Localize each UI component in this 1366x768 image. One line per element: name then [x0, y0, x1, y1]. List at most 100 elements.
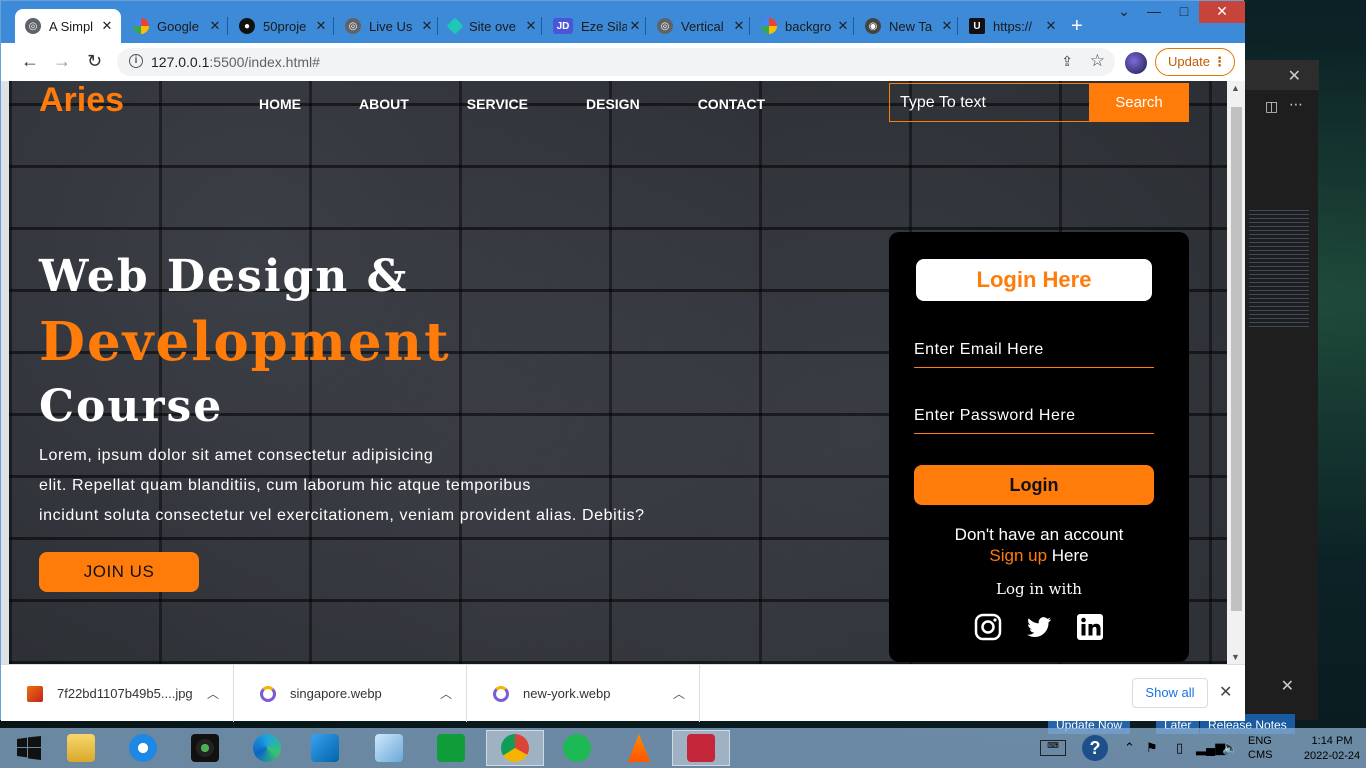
tab-label: Eze Sila — [581, 18, 627, 34]
close-icon[interactable]: ✕ — [1288, 66, 1301, 86]
nav-home[interactable]: HOME — [259, 96, 301, 112]
close-icon[interactable]: ✕ — [939, 18, 955, 34]
close-icon[interactable]: ✕ — [1043, 18, 1059, 34]
show-all-button[interactable]: Show all — [1132, 678, 1208, 708]
instagram-icon[interactable] — [974, 613, 1002, 641]
minimize-button[interactable]: — — [1139, 1, 1169, 23]
search-box: Search — [889, 83, 1189, 122]
search-input[interactable] — [889, 83, 1089, 122]
background-notification-close[interactable]: ✕ — [1254, 676, 1304, 706]
tab-https[interactable]: U https:// ✕ — [959, 9, 1065, 43]
reload-icon[interactable]: ↻ — [87, 51, 102, 72]
notepad-icon[interactable] — [360, 730, 418, 766]
update-button[interactable]: Update ⋮ — [1155, 48, 1235, 76]
close-icon[interactable]: ✕ — [99, 18, 115, 34]
file-explorer-icon[interactable] — [52, 730, 110, 766]
close-icon[interactable]: ✕ — [419, 18, 435, 34]
tab-a-simple[interactable]: ◎ A Simpl ✕ — [15, 9, 121, 43]
close-icon[interactable]: ✕ — [523, 18, 539, 34]
info-icon[interactable]: i — [129, 54, 143, 68]
battery-icon[interactable]: ▯ — [1176, 740, 1183, 756]
chevron-up-icon[interactable]: ︿ — [207, 685, 219, 702]
close-icon[interactable]: ✕ — [627, 18, 643, 34]
signal-icon[interactable]: ▂▄▆ — [1196, 740, 1225, 756]
tab-separator — [645, 17, 646, 35]
tab-site-overview[interactable]: Site ove ✕ — [439, 9, 545, 43]
site-logo[interactable]: Aries — [39, 81, 124, 120]
maximize-button[interactable]: □ — [1169, 1, 1199, 23]
search-button[interactable]: Search — [1089, 83, 1189, 122]
url-text[interactable]: 127.0.0.1:5500/index.html# — [151, 54, 320, 70]
keyboard-icon[interactable]: ⌨ — [1040, 740, 1066, 756]
nav-design[interactable]: DESIGN — [586, 96, 640, 112]
linkedin-icon[interactable] — [1076, 613, 1104, 641]
spotify-icon[interactable] — [548, 730, 606, 766]
store-icon[interactable] — [422, 730, 480, 766]
nav-service[interactable]: SERVICE — [467, 96, 528, 112]
more-icon[interactable]: ⋯ — [1289, 96, 1303, 113]
download-item[interactable]: 7f22bd1107b49b5....jpg ︿ — [1, 665, 234, 722]
email-field[interactable] — [914, 332, 1154, 368]
join-us-button[interactable]: JOIN US — [39, 552, 199, 592]
download-item[interactable]: singapore.webp ︿ — [234, 665, 467, 722]
language-indicator[interactable]: ENG CMS — [1248, 734, 1272, 762]
tab-github[interactable]: ● 50proje ✕ — [229, 9, 335, 43]
back-arrow-icon[interactable]: ← — [21, 51, 39, 72]
tab-vertical[interactable]: ◎ Vertical ✕ — [647, 9, 753, 43]
hero-heading-line3: Course — [39, 381, 224, 432]
internet-explorer-icon[interactable] — [114, 730, 172, 766]
nav-about[interactable]: ABOUT — [359, 96, 409, 112]
address-bar[interactable]: i 127.0.0.1:5500/index.html# ⇪ ☆ — [117, 48, 1115, 76]
signup-link[interactable]: Sign up — [989, 546, 1047, 565]
close-icon[interactable]: ✕ — [835, 18, 851, 34]
nav-contact[interactable]: CONTACT — [698, 96, 765, 112]
close-icon[interactable]: ✕ — [731, 18, 747, 34]
tab-separator — [333, 17, 334, 35]
chevron-up-icon[interactable]: ︿ — [440, 685, 452, 702]
vscode-icon[interactable] — [296, 730, 354, 766]
scroll-up-icon[interactable]: ▲ — [1231, 83, 1240, 93]
login-title: Login Here — [916, 259, 1152, 301]
close-icon[interactable]: ✕ — [313, 18, 329, 34]
tab-label: Site ove — [469, 18, 516, 34]
new-tab-button[interactable]: + — [1071, 15, 1083, 38]
help-icon[interactable]: ? — [1082, 735, 1108, 761]
tab-separator — [853, 17, 854, 35]
chevron-up-icon[interactable]: ⌃ — [1124, 740, 1135, 756]
background-editor-titlebar: ✕ — [1245, 60, 1319, 90]
clock[interactable]: 1:14 PM 2022-02-24 — [1302, 734, 1362, 764]
tab-new-tab[interactable]: ◉ New Ta ✕ — [855, 9, 961, 43]
edge-icon[interactable] — [238, 730, 296, 766]
tab-eze-sila[interactable]: JD Eze Sila ✕ — [543, 9, 649, 43]
tab-live-us[interactable]: ◎ Live Us ✕ — [335, 9, 441, 43]
social-links — [974, 613, 1104, 643]
flag-icon[interactable]: ⚑ — [1146, 740, 1158, 756]
close-icon[interactable]: ✕ — [207, 18, 223, 34]
profile-avatar[interactable] — [1125, 52, 1147, 74]
close-window-button[interactable]: ✕ — [1199, 1, 1245, 23]
share-icon[interactable]: ⇪ — [1061, 53, 1073, 70]
chevron-up-icon[interactable]: ︿ — [673, 685, 685, 702]
scrollbar-thumb[interactable] — [1231, 107, 1242, 611]
tab-google[interactable]: Google ✕ — [123, 9, 229, 43]
windows-start-icon[interactable] — [0, 730, 58, 766]
scroll-down-icon[interactable]: ▼ — [1231, 652, 1240, 662]
close-icon[interactable]: ✕ — [1219, 682, 1232, 702]
split-editor-icon[interactable]: ◫ — [1265, 98, 1278, 115]
password-field[interactable] — [914, 398, 1154, 434]
camera-app-icon[interactable] — [176, 730, 234, 766]
star-icon[interactable]: ☆ — [1090, 51, 1105, 71]
page-scrollbar[interactable]: ▲ ▼ — [1227, 81, 1245, 664]
hero-paragraph: Lorem, ipsum dolor sit amet consectetur … — [39, 441, 739, 531]
download-item[interactable]: new-york.webp ︿ — [467, 665, 700, 722]
tab-background[interactable]: backgro ✕ — [751, 9, 857, 43]
login-button[interactable]: Login — [914, 465, 1154, 505]
twitter-icon[interactable] — [1025, 613, 1053, 641]
chrome-icon[interactable] — [486, 730, 544, 766]
chevron-down-icon[interactable]: ⌄ — [1109, 1, 1139, 23]
tab-label: backgro — [785, 18, 832, 34]
forward-arrow-icon[interactable]: → — [53, 51, 71, 72]
vlc-icon[interactable] — [610, 730, 668, 766]
news-icon[interactable] — [672, 730, 730, 766]
volume-icon[interactable]: 🔈 — [1222, 740, 1238, 756]
